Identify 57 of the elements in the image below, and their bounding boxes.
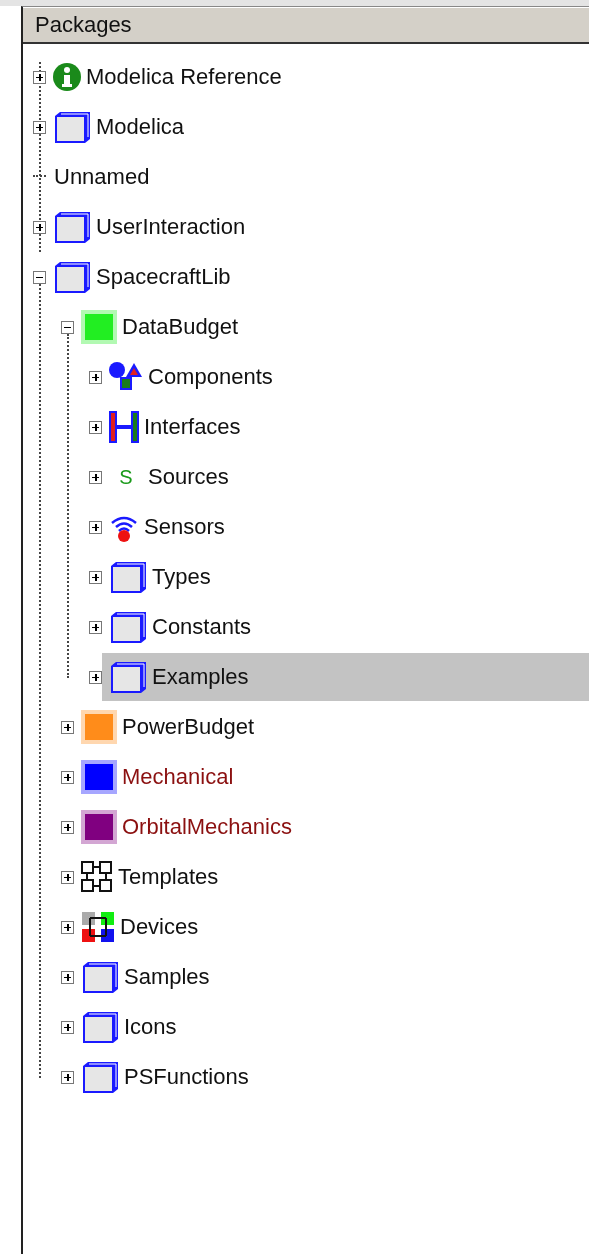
- tree-item[interactable]: Types: [102, 553, 589, 601]
- tree-item[interactable]: Sensors: [102, 503, 589, 551]
- tree-item[interactable]: Constants: [102, 603, 589, 651]
- tree-item[interactable]: Interfaces: [102, 403, 589, 451]
- tree-item[interactable]: Samples: [74, 953, 589, 1001]
- info-icon: [52, 62, 82, 92]
- package-icon: [52, 209, 92, 245]
- tree-item[interactable]: Mechanical: [74, 753, 589, 801]
- expand-toggle[interactable]: [61, 720, 74, 734]
- tree-item[interactable]: OrbitalMechanics: [74, 803, 589, 851]
- tree-item[interactable]: Examples: [102, 653, 589, 701]
- tree-item[interactable]: Icons: [74, 1003, 589, 1051]
- shapes-icon: [108, 361, 144, 393]
- tree-item[interactable]: S Sources: [102, 453, 589, 501]
- expand-toggle[interactable]: [61, 920, 74, 934]
- package-icon: [80, 1009, 120, 1045]
- tree-item[interactable]: Templates: [74, 853, 589, 901]
- tree-item[interactable]: UserInteraction: [46, 203, 589, 251]
- tree-item[interactable]: Unnamed: [48, 153, 589, 201]
- tree-item[interactable]: Modelica: [46, 103, 589, 151]
- expand-toggle[interactable]: [61, 1070, 74, 1084]
- panel-header: Packages: [23, 7, 589, 44]
- expand-toggle[interactable]: [61, 770, 74, 784]
- tree-item[interactable]: PSFunctions: [74, 1053, 589, 1101]
- templates-icon: [80, 860, 114, 894]
- tree-item[interactable]: Components: [102, 353, 589, 401]
- package-icon: [80, 959, 120, 995]
- expand-toggle[interactable]: [89, 470, 102, 484]
- package-icon: [108, 609, 148, 645]
- expand-toggle[interactable]: [33, 220, 46, 234]
- expand-toggle[interactable]: [89, 620, 102, 634]
- package-icon: [80, 1059, 120, 1095]
- expand-toggle[interactable]: [61, 820, 74, 834]
- tree-item[interactable]: PowerBudget: [74, 703, 589, 751]
- expand-toggle[interactable]: [61, 970, 74, 984]
- collapse-toggle[interactable]: [61, 320, 74, 334]
- expand-toggle[interactable]: [89, 520, 102, 534]
- package-icon: [52, 259, 92, 295]
- expand-toggle[interactable]: [89, 670, 102, 684]
- interfaces-icon: [108, 410, 140, 444]
- package-icon: [108, 559, 148, 595]
- expand-toggle[interactable]: [61, 1020, 74, 1034]
- expand-toggle[interactable]: [89, 420, 102, 434]
- expand-toggle[interactable]: [89, 570, 102, 584]
- tree-item[interactable]: Modelica Reference: [46, 53, 589, 101]
- tree-item[interactable]: DataBudget: [74, 303, 589, 351]
- expand-toggle[interactable]: [33, 120, 46, 134]
- tree-item[interactable]: SpacecraftLib: [46, 253, 589, 301]
- package-icon: [52, 109, 92, 145]
- expand-toggle[interactable]: [33, 70, 46, 84]
- collapse-toggle[interactable]: [33, 270, 46, 284]
- package-icon: [108, 659, 148, 695]
- expand-toggle[interactable]: [61, 870, 74, 884]
- expand-toggle[interactable]: [89, 370, 102, 384]
- devices-icon: [80, 910, 116, 944]
- source-icon: S: [108, 465, 144, 489]
- tree-item[interactable]: Devices: [74, 903, 589, 951]
